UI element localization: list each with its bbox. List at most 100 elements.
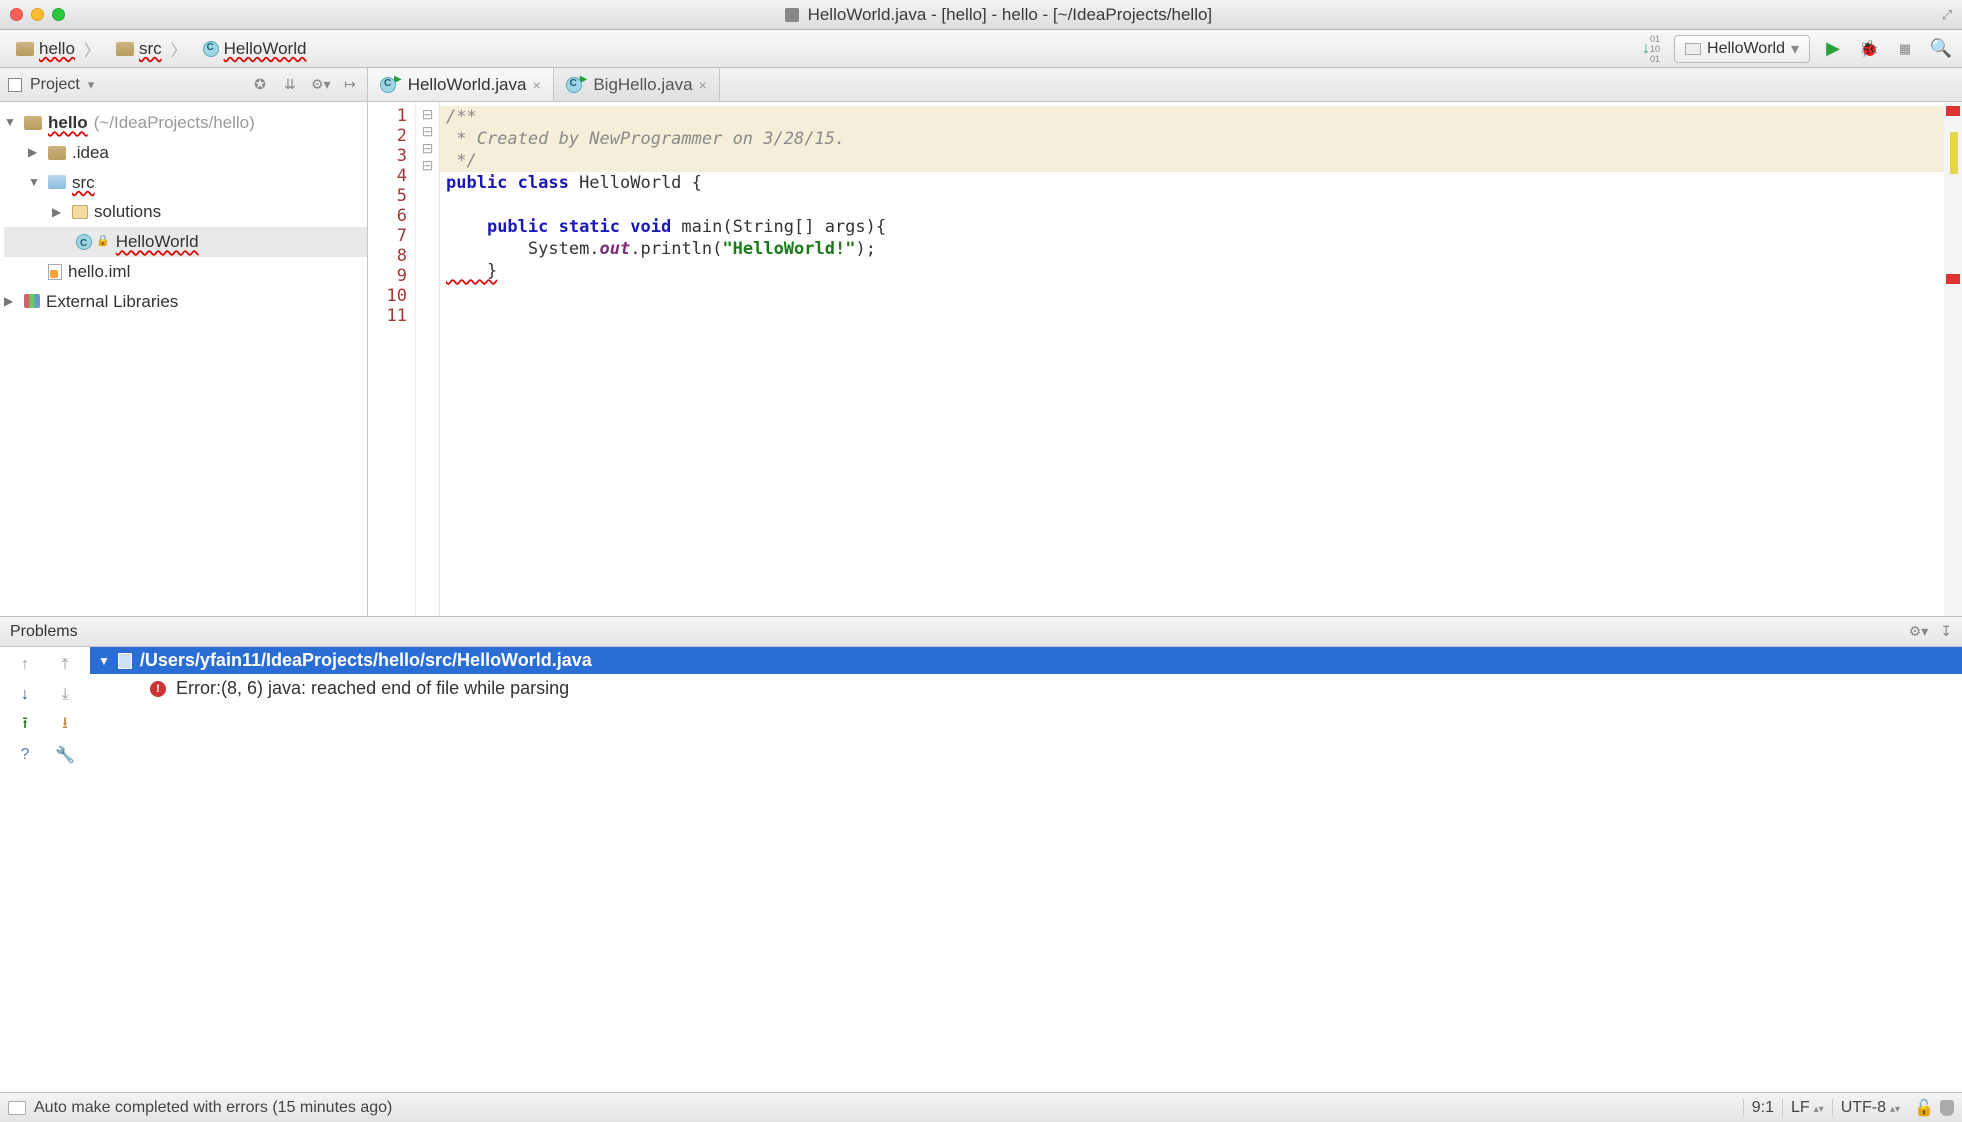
close-window-icon[interactable] (10, 8, 23, 21)
warning-marker[interactable] (1950, 132, 1958, 174)
lock-icon: 🔒 (96, 232, 110, 251)
main-area: Project ▾ ✪ ⇊ ⚙▾ ↦ ▼ hello (~/IdeaProjec… (0, 68, 1962, 616)
project-panel-header[interactable]: Project ▾ ✪ ⇊ ⚙▾ ↦ (0, 68, 367, 102)
status-icon[interactable] (8, 1101, 26, 1115)
expand-icon[interactable]: ▶ (4, 291, 18, 312)
editor-body[interactable]: 1 2 3 4 5 6 7 8 9 10 11 ⊟ ⊟ ⊟ ⊟ (368, 102, 1962, 616)
folder-icon (16, 42, 34, 56)
module-folder-icon (24, 116, 42, 130)
expand-icon[interactable]: ▼ (28, 172, 42, 193)
collapse-icon[interactable]: ⇊ (281, 76, 299, 93)
tree-iml[interactable]: hello.iml (4, 257, 367, 287)
hide-icon[interactable]: ↦ (341, 76, 359, 93)
app-icon (785, 8, 799, 22)
project-icon (8, 78, 22, 92)
tab-label: HelloWorld.java (408, 75, 527, 95)
project-panel-title: Project (30, 76, 80, 94)
code-content[interactable]: /** * Created by NewProgrammer on 3/28/1… (440, 102, 1944, 616)
tree-label: External Libraries (46, 287, 178, 317)
settings-icon[interactable]: 🔧 (54, 745, 76, 765)
help-icon[interactable]: ? (14, 745, 36, 765)
export-icon[interactable]: ⭱ (14, 715, 36, 735)
error-marker[interactable] (1946, 274, 1960, 284)
tree-label: hello.iml (68, 257, 130, 287)
expand-icon[interactable]: ▶ (52, 202, 66, 223)
line-separator[interactable]: LF▴▾ (1782, 1099, 1832, 1117)
run-config-label: HelloWorld (1707, 40, 1785, 58)
source-folder-icon (48, 175, 66, 189)
problems-panel-header[interactable]: Problems ⚙▾ ↧ (0, 617, 1962, 647)
problems-toolbar: ↑ ⤒ ↓ ⤓ ⭱ ⭳ ? 🔧 (0, 647, 90, 1092)
tree-label: src (72, 168, 95, 198)
prev-error-icon[interactable]: ↑ (14, 655, 36, 675)
project-panel: Project ▾ ✪ ⇊ ⚙▾ ↦ ▼ hello (~/IdeaProjec… (0, 68, 368, 616)
expand-icon[interactable]: ▼ (4, 112, 18, 133)
libraries-icon (24, 294, 40, 308)
project-panel-tools: ✪ ⇊ ⚙▾ ↦ (251, 76, 359, 93)
zoom-window-icon[interactable] (52, 8, 65, 21)
tree-helloworld[interactable]: 🔒 HelloWorld (4, 227, 367, 257)
tree-root[interactable]: ▼ hello (~/IdeaProjects/hello) (4, 108, 367, 138)
tree-idea[interactable]: ▶ .idea (4, 138, 367, 168)
error-marker[interactable] (1946, 106, 1960, 116)
project-tree: ▼ hello (~/IdeaProjects/hello) ▶ .idea ▼… (0, 102, 367, 316)
error-stripe[interactable] (1944, 102, 1962, 616)
gear-icon[interactable]: ⚙▾ (311, 76, 329, 93)
fold-gutter: ⊟ ⊟ ⊟ ⊟ (416, 102, 440, 616)
download-icon[interactable]: ⭳ (54, 715, 76, 735)
tab-helloworld[interactable]: ▶ HelloWorld.java × (368, 68, 554, 101)
expand-icon[interactable]: ▼ (98, 654, 110, 668)
tab-bighello[interactable]: ▶ BigHello.java × (554, 68, 720, 101)
hector-icon[interactable] (1940, 1100, 1954, 1116)
file-encoding[interactable]: UTF-8▴▾ (1832, 1099, 1908, 1117)
run-button[interactable]: ▶ (1820, 37, 1846, 61)
close-icon[interactable]: × (699, 77, 707, 93)
structure-button[interactable]: ▦ (1892, 37, 1918, 61)
search-everywhere-button[interactable]: 🔍 (1928, 37, 1954, 61)
status-message: Auto make completed with errors (15 minu… (34, 1099, 392, 1117)
gear-icon[interactable]: ⚙▾ (1909, 623, 1929, 640)
breadcrumb-hello[interactable]: hello (8, 37, 108, 61)
tree-external-libraries[interactable]: ▶ External Libraries (4, 287, 367, 317)
problems-content: ▼ /Users/yfain11/IdeaProjects/hello/src/… (90, 647, 1962, 1092)
expand-icon[interactable]: ▶ (28, 142, 42, 163)
file-icon (118, 653, 132, 669)
fullscreen-icon[interactable]: ⤢ (1932, 7, 1962, 23)
breadcrumb-label: src (139, 39, 162, 59)
locate-icon[interactable]: ✪ (251, 76, 269, 93)
expand-up-icon[interactable]: ⤒ (54, 655, 76, 675)
tree-label: HelloWorld (116, 227, 199, 257)
hide-icon[interactable]: ↧ (1940, 623, 1952, 640)
next-error-icon[interactable]: ↓ (14, 685, 36, 705)
search-icon: 🔍 (1930, 38, 1952, 59)
debug-button[interactable]: 🐞 (1856, 37, 1882, 61)
breadcrumb-label: HelloWorld (224, 39, 307, 59)
package-icon (72, 205, 88, 219)
caret-position[interactable]: 9:1 (1743, 1099, 1782, 1117)
folder-icon (116, 42, 134, 56)
tab-label: BigHello.java (593, 75, 692, 95)
problems-file-path: /Users/yfain11/IdeaProjects/hello/src/He… (140, 650, 592, 670)
play-icon: ▶ (1826, 38, 1840, 59)
tree-label: .idea (72, 138, 109, 168)
breadcrumb-helloworld[interactable]: HelloWorld (195, 39, 324, 59)
readonly-icon[interactable]: 🔓 (1914, 1098, 1934, 1118)
update-button[interactable]: ↓011001 (1638, 37, 1664, 61)
close-icon[interactable]: × (532, 77, 540, 93)
bug-icon: 🐞 (1859, 39, 1879, 59)
breadcrumb-src[interactable]: src (108, 37, 195, 61)
expand-down-icon[interactable]: ⤓ (54, 685, 76, 705)
tree-src[interactable]: ▼ src (4, 168, 367, 198)
problems-error-row[interactable]: ! Error:(8, 6) java: reached end of file… (90, 674, 1962, 703)
minimize-window-icon[interactable] (31, 8, 44, 21)
problems-file-row[interactable]: ▼ /Users/yfain11/IdeaProjects/hello/src/… (90, 647, 1962, 674)
tree-solutions[interactable]: ▶ solutions (4, 197, 367, 227)
run-configuration-selector[interactable]: HelloWorld ▾ (1674, 35, 1810, 63)
breadcrumb: hello src HelloWorld (8, 37, 1638, 61)
problems-title: Problems (10, 623, 78, 641)
chevron-down-icon[interactable]: ▾ (88, 77, 95, 93)
problems-panel: Problems ⚙▾ ↧ ↑ ⤒ ↓ ⤓ ⭱ ⭳ ? 🔧 (0, 616, 1962, 1092)
line-number-gutter: 1 2 3 4 5 6 7 8 9 10 11 (368, 102, 416, 616)
toolbar-right: ↓011001 HelloWorld ▾ ▶ 🐞 ▦ 🔍 (1638, 35, 1954, 63)
titlebar: HelloWorld.java - [hello] - hello - [~/I… (0, 0, 1962, 30)
